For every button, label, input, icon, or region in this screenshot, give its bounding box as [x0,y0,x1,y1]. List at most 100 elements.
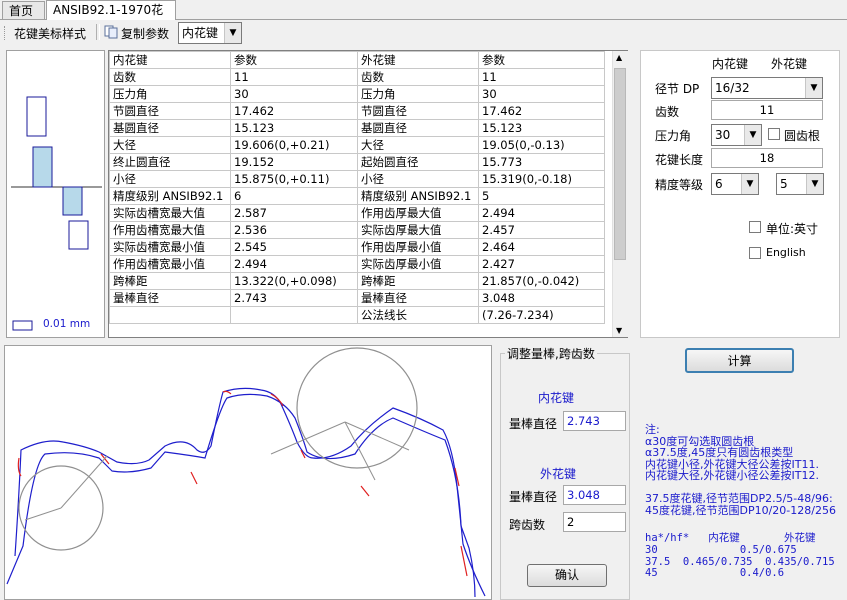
table-row[interactable]: 终止圆直径 19.152 起始圆直径 15.773 [109,153,605,171]
param-value-cell: (7.26-7.234) [478,306,605,324]
span-teeth-label: 跨齿数 [509,518,546,532]
param-value-cell: 13.322(0,+0.098) [230,272,358,290]
calculate-button[interactable]: 计算 [685,348,794,373]
internal-pin-value: 2.743 [567,414,600,428]
param-name-cell: 基圆直径 [357,119,479,137]
copy-params-button[interactable]: 复制参数 [121,25,169,42]
construction-line [60,455,108,509]
note-line: α37.5度,45度只有圆齿根类型 [645,446,794,459]
scroll-down-icon[interactable]: ▼ [616,326,622,335]
grade-external-value: 5 [780,177,788,191]
english-checkbox[interactable] [749,247,761,259]
param-value-cell: 19.05(0,-0.13) [478,136,605,154]
tab-ansib92[interactable]: ANSIB92.1-1970花键 [46,0,176,35]
param-name-cell: 实际齿厚最大值 [357,221,479,239]
teeth-input[interactable]: 11 [711,100,823,120]
table-row[interactable]: 齿数 11 齿数 11 [109,68,605,86]
ha-hf-row: 45 0.4/0.6 [645,567,785,579]
param-name-cell: 小径 [357,170,479,188]
param-name-cell: 压力角 [357,85,479,103]
tab-home[interactable]: 首页 [2,1,45,19]
red-fillet [460,545,468,577]
tab-home-label: 首页 [9,4,34,18]
table-row[interactable]: 实际齿槽宽最大值 2.587 作用齿厚最大值 2.494 [109,204,605,222]
param-value-cell: 5 [478,187,605,205]
param-name-cell: 作用齿槽宽最小值 [109,255,231,273]
grade-external-select[interactable]: 5 ▼ [776,173,824,195]
toolbar-separator [96,24,100,40]
calculate-label: 计算 [727,354,752,368]
spline-style-label: 花键美标样式 [14,27,87,41]
param-name-cell: 大径 [109,136,231,154]
toolbar-grip [4,26,9,40]
profile-svg [6,347,486,598]
chevron-down-icon: ▼ [224,23,241,43]
pitch-select[interactable]: 16/32 ▼ [711,77,823,99]
table-row[interactable]: 量棒直径 2.743 量棒直径 3.048 [109,289,605,307]
column-header: 外花键 [357,51,479,69]
param-name-cell [109,306,231,324]
param-name-cell: 作用齿厚最大值 [357,204,479,222]
param-name-cell: 精度级别 ANSIB92.1 [109,187,231,205]
col-internal-header: 内花键 [712,57,749,71]
internal-pin-label: 量棒直径 [509,417,558,431]
copy-params-label: 复制参数 [121,27,170,41]
grade-internal-value: 6 [715,177,723,191]
construction-line [24,507,62,521]
param-value-cell: 2.545 [230,238,358,256]
table-row[interactable]: 作用齿槽宽最大值 2.536 实际齿厚最大值 2.457 [109,221,605,239]
external-pin-input[interactable]: 3.048 [563,485,626,505]
scroll-up-icon[interactable]: ▲ [616,53,622,62]
table-row[interactable]: 大径 19.606(0,+0.21) 大径 19.05(0,-0.13) [109,136,605,154]
chevron-down-icon: ▼ [744,125,761,145]
grade-label: 精度等级 [655,178,704,192]
spline-profile-drawing [4,345,492,600]
param-value-cell: 19.152 [230,153,358,171]
note-line: 45度花键,径节范围DP10/20-128/256 [645,503,836,517]
table-row[interactable]: 跨棒距 13.322(0,+0.098) 跨棒距 21.857(0,-0.042) [109,272,605,290]
spline-style-button[interactable]: 花键美标样式 [14,25,86,42]
spline-length-input[interactable]: 18 [711,148,823,168]
param-name-cell: 实际齿厚最小值 [357,255,479,273]
table-row[interactable]: 作用齿槽宽最小值 2.494 实际齿厚最小值 2.427 [109,255,605,273]
internal-pin-input[interactable]: 2.743 [563,411,626,431]
unit-inch-label: 单位:英寸 [766,222,819,236]
unit-inch-checkbox[interactable] [749,221,761,233]
table-row[interactable]: 公法线长 (7.26-7.234) [109,306,605,324]
chevron-down-icon: ▼ [805,78,822,98]
tol-zone-external-minor [68,220,89,250]
tab-bar: 首页 ANSIB92.1-1970花键 [0,0,847,35]
ha-hf-table: 30 0.5/0.675 37.5 0.465/0.735 0.435/0.715… [645,544,835,580]
param-value-cell: 2.536 [230,221,358,239]
param-value-cell: 15.773 [478,153,605,171]
table-row[interactable]: 基圆直径 15.123 基圆直径 15.123 [109,119,605,137]
spline-type-select[interactable]: 内花键 ▼ [178,22,242,44]
span-teeth-input[interactable]: 2 [563,512,626,532]
param-value-cell: 15.875(0,+0.11) [230,170,358,188]
confirm-button[interactable]: 确认 [527,564,607,587]
param-name-cell: 齿数 [357,68,479,86]
round-root-checkbox[interactable] [768,128,780,140]
table-row[interactable]: 小径 15.875(0,+0.11) 小径 15.319(0,-0.18) [109,170,605,188]
construction-line [344,421,410,451]
param-name-cell: 小径 [109,170,231,188]
external-spline-profile [6,393,476,598]
param-value-cell [230,306,358,324]
param-value-cell: 2.427 [478,255,605,273]
spline-length-label: 花键长度 [655,153,704,167]
param-value-cell: 2.494 [478,204,605,222]
pressure-angle-select[interactable]: 30 ▼ [711,124,762,146]
grade-internal-select[interactable]: 6 ▼ [711,173,759,195]
table-row[interactable]: 精度级别 ANSIB92.1 6 精度级别 ANSIB92.1 5 [109,187,605,205]
table-row[interactable]: 实际齿槽宽最小值 2.545 作用齿厚最小值 2.464 [109,238,605,256]
ha-hf-header: ha*/hf* 内花键 外花键 [645,532,816,544]
param-value-cell: 3.048 [478,289,605,307]
table-row[interactable]: 节圆直径 17.462 节圆直径 17.462 [109,102,605,120]
table-scrollbar-thumb[interactable] [614,68,626,260]
pitch-label: 径节 DP [655,82,700,96]
param-name-cell: 基圆直径 [109,119,231,137]
table-row[interactable]: 压力角 30 压力角 30 [109,85,605,103]
param-name-cell: 实际齿槽宽最小值 [109,238,231,256]
external-pin-label: 量棒直径 [509,490,558,504]
note-line: 注: [645,423,660,436]
